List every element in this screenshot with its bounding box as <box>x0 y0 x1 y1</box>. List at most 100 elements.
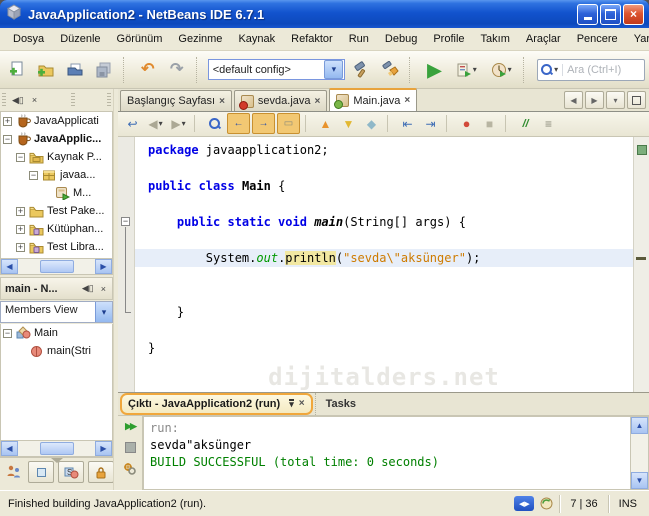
toggle-bookmark-icon[interactable]: ◆ <box>361 114 382 133</box>
shift-right-icon[interactable]: ⇥ <box>420 114 441 133</box>
code-fold-icon[interactable]: − <box>121 216 130 226</box>
output-console[interactable]: run: sevda"aksünger BUILD SUCCESSFUL (tota… <box>143 415 630 490</box>
scroll-tabs-left-icon[interactable]: ◀ <box>564 91 583 109</box>
collapse-icon[interactable]: − <box>3 134 12 144</box>
tab-output-run[interactable]: Çıktı - JavaApplication2 (run) ▾ × <box>120 392 313 415</box>
next-bookmark-icon[interactable]: ▼ <box>338 114 359 133</box>
menu-item-run[interactable]: Run <box>342 31 376 47</box>
scroll-down-icon[interactable]: ▼ <box>631 472 648 489</box>
menu-item-pencere[interactable]: Pencere <box>570 31 625 47</box>
project-item-m[interactable]: M... <box>1 184 112 202</box>
stop-icon[interactable] <box>121 440 139 456</box>
redo-icon[interactable]: ↷ <box>164 57 190 83</box>
navigator-horizontal-scrollbar[interactable]: ◀ ▶ <box>0 441 113 457</box>
quick-search[interactable]: ▾ Ara (Ctrl+I) <box>537 58 645 81</box>
clean-build-icon[interactable] <box>377 57 403 83</box>
close-button[interactable]: × <box>623 3 644 25</box>
tab-tasks[interactable]: Tasks <box>314 392 366 415</box>
back-icon[interactable]: ◀ ▾ <box>145 114 166 133</box>
menu-item-dosya[interactable]: Dosya <box>6 31 51 47</box>
tab-main-java[interactable]: Main.java × <box>329 88 418 111</box>
project-item-javaapplicati[interactable]: + JavaApplicati <box>1 112 112 130</box>
maximize-editor-icon[interactable] <box>627 91 646 109</box>
chevron-down-icon[interactable]: ▾ <box>324 60 344 79</box>
show-non-public-icon[interactable] <box>88 461 113 483</box>
collapse-handle-icon[interactable] <box>50 458 63 463</box>
minimize-button[interactable] <box>577 3 598 25</box>
project-item-javaapplic[interactable]: − JavaApplic... <box>1 130 112 148</box>
minimize-panel-icon[interactable]: ◀▯ <box>80 283 96 294</box>
save-all-icon[interactable] <box>91 57 117 83</box>
project-item-test-libra[interactable]: + Test Libra... <box>1 238 112 256</box>
projects-horizontal-scrollbar[interactable]: ◀ ▶ <box>0 259 113 275</box>
output-vertical-scrollbar[interactable]: ▲ ▼ <box>630 415 649 490</box>
scroll-right-icon[interactable]: ▶ <box>95 259 112 274</box>
maximize-button[interactable] <box>600 3 621 25</box>
navigator-item-main[interactable]: − Main <box>1 324 112 342</box>
minimize-panel-icon[interactable]: ◀▯ <box>10 95 26 106</box>
stop-macro-icon[interactable]: ■ <box>479 114 500 133</box>
previous-bookmark-icon[interactable]: ▲ <box>315 114 336 133</box>
close-panel-icon[interactable]: × <box>99 284 108 294</box>
find-selection-icon[interactable] <box>204 114 225 133</box>
debug-icon[interactable]: ▾ <box>450 57 482 83</box>
run-icon[interactable]: ▶ <box>421 57 447 83</box>
undo-icon[interactable]: ↶ <box>135 57 161 83</box>
shift-left-icon[interactable]: ⇤ <box>397 114 418 133</box>
tab-sevda-java[interactable]: sevda.java × <box>233 90 328 111</box>
search-icon[interactable] <box>541 63 554 76</box>
config-select[interactable]: <default config> ▾ <box>207 59 346 80</box>
code-area[interactable]: dijitalders.net package javaapplication2… <box>135 137 633 392</box>
expand-icon[interactable]: + <box>16 206 25 216</box>
collapse-icon[interactable]: − <box>29 170 38 180</box>
tab-list-dropdown-icon[interactable]: ▾ <box>606 91 625 109</box>
scroll-up-icon[interactable]: ▲ <box>631 416 648 434</box>
drag-grip[interactable] <box>71 93 76 107</box>
menu-item-refaktor[interactable]: Refaktor <box>284 31 340 47</box>
drag-grip[interactable] <box>107 93 112 107</box>
code-editor[interactable]: − dijitalders.net package javaapplicatio… <box>118 136 649 392</box>
previous-occurrence-icon[interactable]: ← <box>227 113 250 135</box>
show-static-members-icon[interactable]: S <box>58 461 84 483</box>
expand-icon[interactable]: + <box>16 224 25 234</box>
scroll-right-icon[interactable]: ▶ <box>95 441 112 456</box>
expand-icon[interactable]: + <box>16 242 25 252</box>
scroll-tabs-right-icon[interactable]: ▶ <box>585 91 604 109</box>
chevron-down-icon[interactable]: ▾ <box>95 302 112 322</box>
menu-item-d-zenle[interactable]: Düzenle <box>53 31 107 47</box>
show-fields-icon[interactable] <box>28 461 54 483</box>
ant-settings-icon[interactable] <box>121 461 139 477</box>
rerun-icon[interactable]: ▶▶ <box>121 419 139 435</box>
editor-sync-icon[interactable]: ◀▶ <box>514 496 535 511</box>
menu-item-yard-m[interactable]: Yardım <box>627 31 649 47</box>
project-item-k-t-phan[interactable]: + Kütüphan... <box>1 220 112 238</box>
refresh-icon[interactable] <box>537 496 555 512</box>
close-tab-icon[interactable]: × <box>299 398 305 409</box>
navigator-item-main-stri[interactable]: main(Stri <box>1 342 112 360</box>
members-view-select[interactable]: Members View ▾ <box>0 301 113 323</box>
error-stripe[interactable] <box>633 136 649 392</box>
record-macro-icon[interactable]: ● <box>456 114 477 133</box>
build-icon[interactable] <box>348 57 374 83</box>
minimize-window-group-icon[interactable]: ▾ <box>289 399 294 409</box>
menu-item-gezinme[interactable]: Gezinme <box>171 31 229 47</box>
editor-gutter[interactable]: − <box>118 136 135 392</box>
comment-icon[interactable]: // <box>515 114 536 133</box>
close-panel-icon[interactable]: × <box>30 95 39 105</box>
toggle-highlight-icon[interactable]: ▭ <box>277 113 300 135</box>
collapse-icon[interactable]: − <box>16 152 25 162</box>
uncomment-icon[interactable]: ≡ <box>538 114 559 133</box>
project-item-javaa[interactable]: − javaa... <box>1 166 112 184</box>
new-file-icon[interactable] <box>4 57 30 83</box>
scroll-left-icon[interactable]: ◀ <box>1 441 18 456</box>
menu-item-profile[interactable]: Profile <box>426 31 471 47</box>
close-tab-icon[interactable]: × <box>219 96 225 107</box>
close-tab-icon[interactable]: × <box>404 95 410 106</box>
drag-grip[interactable] <box>2 93 6 107</box>
close-tab-icon[interactable]: × <box>315 96 321 107</box>
scroll-left-icon[interactable]: ◀ <box>1 259 18 274</box>
project-item-kaynak-p[interactable]: − Kaynak P... <box>1 148 112 166</box>
menu-item-g-r-n-m[interactable]: Görünüm <box>110 31 170 47</box>
menu-item-kaynak[interactable]: Kaynak <box>231 31 282 47</box>
scrollbar-thumb[interactable] <box>39 442 74 455</box>
